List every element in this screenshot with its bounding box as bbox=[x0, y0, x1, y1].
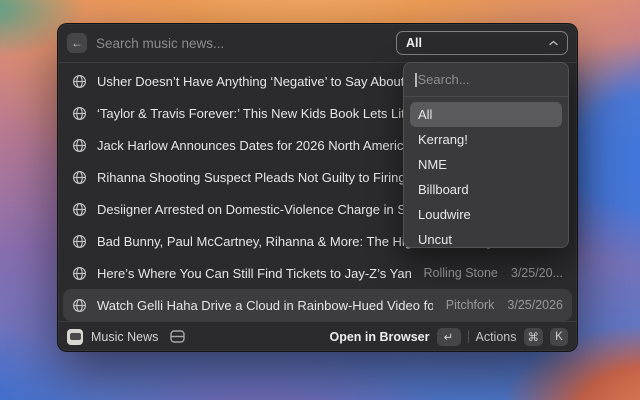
globe-icon bbox=[72, 266, 87, 281]
dropdown-search-field[interactable] bbox=[404, 63, 568, 96]
actions-label: Actions bbox=[476, 330, 517, 344]
footer-actions: Open in Browser ↵ Actions ⌘ K bbox=[329, 328, 568, 346]
dropdown-option-label: All bbox=[418, 107, 432, 122]
dropdown-option[interactable]: Loudwire bbox=[410, 202, 562, 227]
k-key-icon: K bbox=[550, 328, 568, 346]
dropdown-option[interactable]: All bbox=[410, 102, 562, 127]
return-key-icon: ↵ bbox=[437, 328, 461, 346]
globe-icon bbox=[72, 74, 87, 89]
actions-button[interactable]: Actions ⌘ K bbox=[476, 328, 569, 346]
music-news-app-icon bbox=[67, 329, 83, 345]
filter-dropdown-panel: All Kerrang! NME Billboard Loudwire Uncu… bbox=[403, 62, 569, 248]
open-in-browser-label: Open in Browser bbox=[329, 330, 429, 344]
dropdown-option-label: Kerrang! bbox=[418, 132, 468, 147]
filter-select[interactable]: All bbox=[396, 31, 568, 55]
footer-bar: Music News Open in Browser ↵ Actions ⌘ K bbox=[58, 321, 577, 351]
globe-icon bbox=[72, 298, 87, 313]
chevron-up-icon bbox=[549, 40, 558, 46]
dropdown-option-label: NME bbox=[418, 157, 447, 172]
globe-icon bbox=[72, 138, 87, 153]
footer-app-label: Music News bbox=[91, 330, 158, 344]
dropdown-option[interactable]: Uncut bbox=[410, 227, 562, 248]
dropdown-options-list: All Kerrang! NME Billboard Loudwire Uncu… bbox=[404, 97, 568, 248]
search-header: ← All bbox=[58, 24, 577, 62]
footer-separator bbox=[468, 330, 469, 343]
dropdown-option[interactable]: NME bbox=[410, 152, 562, 177]
dropdown-option[interactable]: Billboard bbox=[410, 177, 562, 202]
result-title: Here’s Where You Can Still Find Tickets … bbox=[97, 266, 411, 281]
dropdown-option-label: Uncut bbox=[418, 232, 452, 247]
search-input[interactable] bbox=[96, 36, 396, 51]
dropdown-option[interactable]: Kerrang! bbox=[410, 127, 562, 152]
open-in-browser-button[interactable]: Open in Browser ↵ bbox=[329, 328, 460, 346]
result-date: 3/25/20... bbox=[511, 266, 563, 280]
dropdown-option-label: Billboard bbox=[418, 182, 469, 197]
back-button[interactable]: ← bbox=[67, 33, 87, 53]
dropdown-search-input[interactable] bbox=[418, 72, 558, 87]
text-cursor bbox=[415, 73, 417, 87]
result-title: Watch Gelli Haha Drive a Cloud in Rainbo… bbox=[97, 298, 433, 313]
globe-icon bbox=[72, 234, 87, 249]
result-date: 3/25/2026 bbox=[507, 298, 563, 312]
result-source: Pitchfork bbox=[446, 298, 495, 312]
dropdown-option-label: Loudwire bbox=[418, 207, 471, 222]
command-key-icon: ⌘ bbox=[524, 328, 544, 346]
globe-icon bbox=[72, 202, 87, 217]
filter-selected-value: All bbox=[406, 36, 422, 50]
drive-icon bbox=[170, 330, 185, 343]
globe-icon bbox=[72, 170, 87, 185]
result-source: Rolling Stone bbox=[424, 266, 498, 280]
result-row[interactable]: Watch Gelli Haha Drive a Cloud in Rainbo… bbox=[63, 289, 572, 321]
globe-icon bbox=[72, 106, 87, 121]
result-row[interactable]: Here’s Where You Can Still Find Tickets … bbox=[63, 257, 572, 289]
arrow-left-icon: ← bbox=[71, 36, 83, 50]
